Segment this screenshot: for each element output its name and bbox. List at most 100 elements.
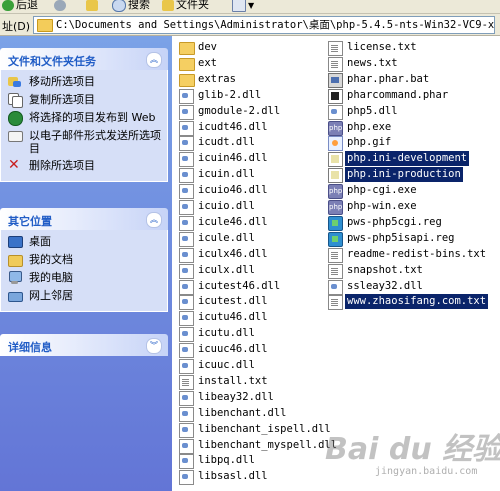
file-name: ssleay32.dll: [347, 280, 423, 292]
collapse-chevron-icon[interactable]: ︽: [146, 212, 162, 228]
file-name: libenchant_myspell.dll: [198, 439, 338, 451]
folder-icon: [162, 0, 174, 11]
network-icon: [8, 289, 23, 302]
file-name: icudt46.dll: [198, 121, 268, 133]
file-name: dev: [198, 41, 217, 53]
file-name: libenchant.dll: [198, 407, 287, 419]
place-my-computer[interactable]: 我的电脑: [1, 271, 167, 285]
text-file-icon: [328, 248, 343, 263]
dll-file-icon: [179, 391, 194, 406]
file-name: snapshot.txt: [347, 264, 423, 276]
place-desktop[interactable]: 桌面: [1, 235, 167, 249]
file-name: icutest46.dll: [198, 280, 281, 292]
file-name: icutest.dll: [198, 295, 268, 307]
dll-file-icon: [179, 343, 194, 358]
file-name: extras: [198, 73, 236, 85]
task-delete[interactable]: ✕ 删除所选项目: [1, 157, 167, 173]
watermark-logo: Bai du 经验: [325, 432, 500, 467]
watermark-url: jingyan.baidu.com: [375, 466, 478, 477]
file-name: icuuc46.dll: [198, 343, 268, 355]
file-tasks-header[interactable]: 文件和文件夹任务 ︽: [0, 48, 168, 70]
file-name: iculx46.dll: [198, 248, 268, 260]
text-file-icon: [328, 295, 343, 310]
task-move[interactable]: 移动所选项目: [1, 75, 167, 89]
back-button[interactable]: 后退: [2, 0, 38, 12]
folders-button[interactable]: 文件夹: [162, 0, 209, 12]
back-arrow-icon: [2, 0, 14, 11]
place-network[interactable]: 网上邻居: [1, 289, 167, 303]
other-places-header[interactable]: 其它位置 ︽: [0, 208, 168, 230]
file-name: php5.dll: [347, 105, 398, 117]
file-name: www.zhaosifang.com.txt: [345, 294, 489, 309]
file-name: icuio46.dll: [198, 184, 268, 196]
file-name: iculx.dll: [198, 264, 255, 276]
copy-icon: [8, 93, 23, 108]
globe-icon: [8, 111, 23, 126]
search-button[interactable]: 搜索: [112, 0, 150, 12]
expand-chevron-icon[interactable]: ︾: [146, 338, 162, 354]
ini-file-icon: [328, 152, 343, 167]
file-name: libenchant_ispell.dll: [198, 423, 331, 435]
task-email[interactable]: 以电子邮件形式发送所选项目: [1, 129, 167, 155]
file-name: libsasl.dll: [198, 470, 268, 482]
address-input[interactable]: C:\Documents and Settings\Administrator\…: [33, 16, 495, 34]
dll-file-icon: [179, 311, 194, 326]
up-folder-icon: [86, 0, 98, 11]
forward-arrow-icon: [54, 0, 66, 11]
views-icon: [232, 0, 246, 12]
php-icon: php: [328, 200, 343, 215]
views-button[interactable]: ▼: [232, 0, 254, 12]
file-tasks-body: 移动所选项目 复制所选项目 将选择的项目发布到 Web 以电子邮件形式发送所选项…: [0, 70, 168, 182]
batch-file-icon: [328, 73, 343, 88]
folder-icon: [37, 19, 53, 32]
dll-file-icon: [179, 280, 194, 295]
file-name: icule.dll: [198, 232, 255, 244]
task-publish-web[interactable]: 将选择的项目发布到 Web: [1, 111, 167, 126]
delete-x-icon: ✕: [8, 157, 20, 173]
details-header[interactable]: 详细信息 ︾: [0, 334, 168, 356]
move-icon: [8, 75, 21, 88]
file-name: glib-2.dll: [198, 89, 262, 101]
other-places-title: 其它位置: [8, 215, 52, 228]
task-copy[interactable]: 复制所选项目: [1, 93, 167, 108]
ini-file-icon: [328, 168, 343, 183]
dll-file-icon: [179, 407, 194, 422]
chevron-down-icon: ▼: [248, 1, 255, 10]
file-name: icuuc.dll: [198, 359, 255, 371]
file-name: readme-redist-bins.txt: [347, 248, 487, 260]
other-places-panel: 其它位置 ︽ 桌面 我的文档 我的电脑 网上邻居: [0, 208, 168, 312]
file-list: dev ext extras glib-2.dll gmodule-2.dll icudt…: [174, 36, 500, 491]
forward-button[interactable]: [54, 0, 68, 12]
file-name: icuin.dll: [198, 168, 255, 180]
dll-file-icon: [328, 105, 343, 120]
text-file-icon: [328, 41, 343, 56]
image-file-icon: [328, 136, 343, 151]
text-file-icon: [328, 57, 343, 72]
dll-file-icon: [179, 200, 194, 215]
file-name: gmodule-2.dll: [198, 105, 281, 117]
folder-icon: [179, 42, 195, 55]
file-name: php.ini-development: [345, 151, 470, 166]
dll-file-icon: [328, 280, 343, 295]
dll-file-icon: [179, 248, 194, 263]
computer-icon: [8, 271, 22, 284]
file-name: icutu46.dll: [198, 311, 268, 323]
dll-file-icon: [179, 423, 194, 438]
up-folder-button[interactable]: [86, 0, 100, 12]
file-name: libeay32.dll: [198, 391, 274, 403]
file-name: pharcommand.phar: [347, 89, 449, 101]
collapse-chevron-icon[interactable]: ︽: [146, 52, 162, 68]
dll-file-icon: [179, 264, 194, 279]
file-name: libpq.dll: [198, 454, 255, 466]
registry-file-icon: [328, 232, 343, 247]
address-bar: 址(D) C:\Documents and Settings\Administr…: [0, 14, 500, 36]
dll-file-icon: [179, 232, 194, 247]
file-name: phar.phar.bat: [347, 73, 430, 85]
file-name: icutu.dll: [198, 327, 255, 339]
details-panel: 详细信息 ︾: [0, 334, 168, 356]
file-name: php.exe: [347, 121, 392, 133]
file-name: icudt.dll: [198, 136, 255, 148]
toolbar: 后退 搜索 文件夹 ▼: [0, 0, 500, 14]
place-my-documents[interactable]: 我的文档: [1, 253, 167, 267]
file-name: icule46.dll: [198, 216, 268, 228]
